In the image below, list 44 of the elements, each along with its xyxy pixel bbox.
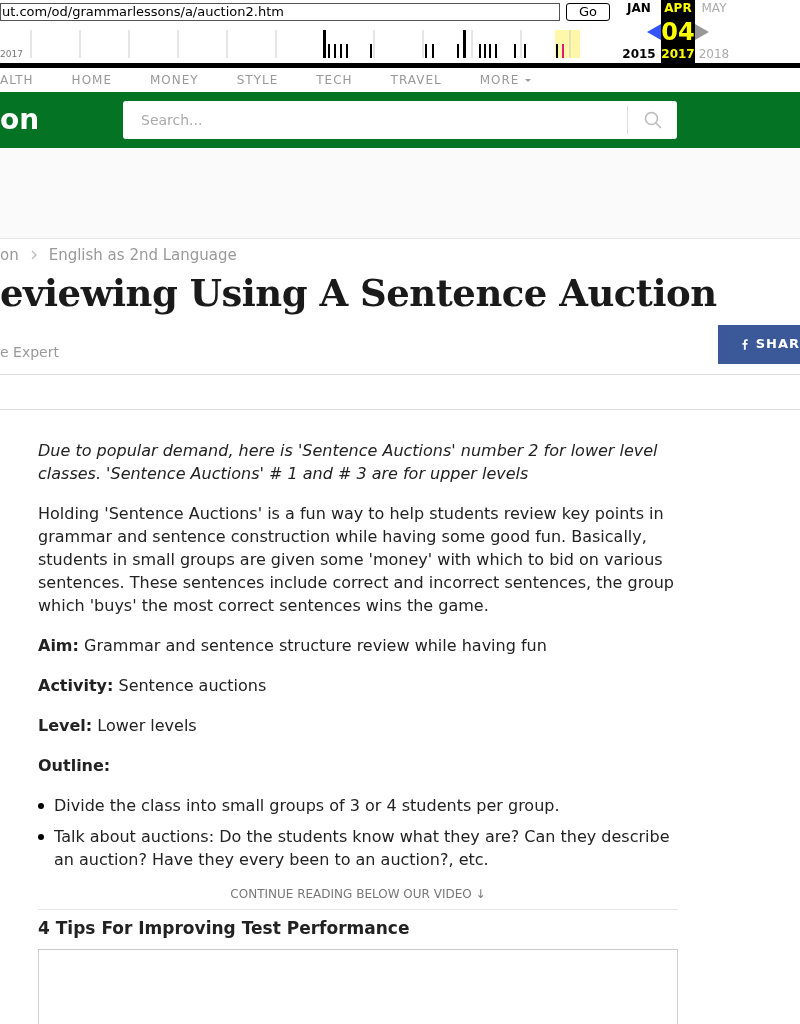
month-label: JAN (627, 1, 651, 16)
body-paragraph: Holding 'Sentence Auctions' is a fun way to help students review key points in grammar and sentence construction while having some good fun. Basically, students in small groups are given some 'money' with which to bid on various sentences. These sentences include correct and incorrect sentences, the group which 'buys' the most correct sentences wins the game. (38, 502, 675, 617)
month-label: MAY (701, 1, 727, 16)
month-column[interactable]: JAN 2015 (617, 0, 661, 63)
site-logo[interactable]: on (0, 99, 123, 141)
month-label: APR (664, 1, 692, 16)
nav-link[interactable]: MONEY (150, 71, 199, 89)
search-input[interactable]: Search... (123, 109, 627, 131)
intro-paragraph: Due to popular demand, here is 'Sentence Auctions' number 2 for lower level classes. 'Sentence Auctions' # 1 and # 3 are for upper levels (38, 439, 659, 485)
day-number: 04 (661, 19, 695, 44)
outline-item: Talk about auctions: Do the students know what they are? Can they describe an auction? Have they every been to an auction?, etc. (54, 825, 671, 871)
nav-link[interactable]: ALTH (0, 71, 34, 89)
go-button[interactable]: Go (565, 3, 610, 21)
year-label: 2017 (661, 47, 695, 62)
breadcrumb-link[interactable]: on (0, 244, 19, 267)
breadcrumb-link[interactable]: English as 2nd Language (48, 244, 237, 267)
nav-link[interactable]: MORE (479, 71, 532, 89)
bullet-icon (38, 833, 44, 840)
timeline-year: 2017 (0, 48, 23, 61)
nav-link[interactable]: TECH (316, 71, 353, 89)
next-arrow-icon[interactable] (695, 23, 709, 40)
year-label: 2015 (622, 47, 656, 62)
year-label: 2018 (698, 47, 730, 62)
month-column[interactable]: APR 04 2017 (661, 0, 695, 63)
search-field[interactable]: Search... (123, 101, 677, 139)
continue-reading-label: CONTINUE READING BELOW OUR VIDEO ↓ (38, 882, 678, 910)
previous-arrow-icon[interactable] (647, 23, 661, 40)
video-title: 4 Tips For Improving Test Performance (38, 916, 411, 940)
nav-link[interactable]: STYLE (236, 71, 279, 89)
search-icon[interactable] (643, 111, 662, 129)
facebook-share-button[interactable]: SHAR (718, 324, 800, 364)
detail-line: Aim: Grammar and sentence structure review while having fun (38, 634, 548, 657)
detail-line: Activity: Sentence auctions (38, 674, 268, 697)
url-field[interactable]: ut.com/od/grammarlessons/a/auction2.htm (0, 3, 560, 21)
nav-link[interactable]: HOME (71, 71, 112, 89)
nav-link[interactable]: TRAVEL (390, 71, 442, 89)
outline-heading: Outline: (38, 754, 112, 777)
author-byline[interactable]: e Expert (0, 341, 59, 363)
detail-line: Level: Lower levels (38, 714, 198, 737)
chevron-icon (30, 250, 37, 261)
outline-item: Divide the class into small groups of 3 or 4 students per group. (54, 794, 560, 817)
article-title: eviewing Using A Sentence Auction (0, 270, 718, 315)
bullet-icon (38, 802, 44, 809)
month-column[interactable]: MAY 2018 (695, 0, 733, 63)
